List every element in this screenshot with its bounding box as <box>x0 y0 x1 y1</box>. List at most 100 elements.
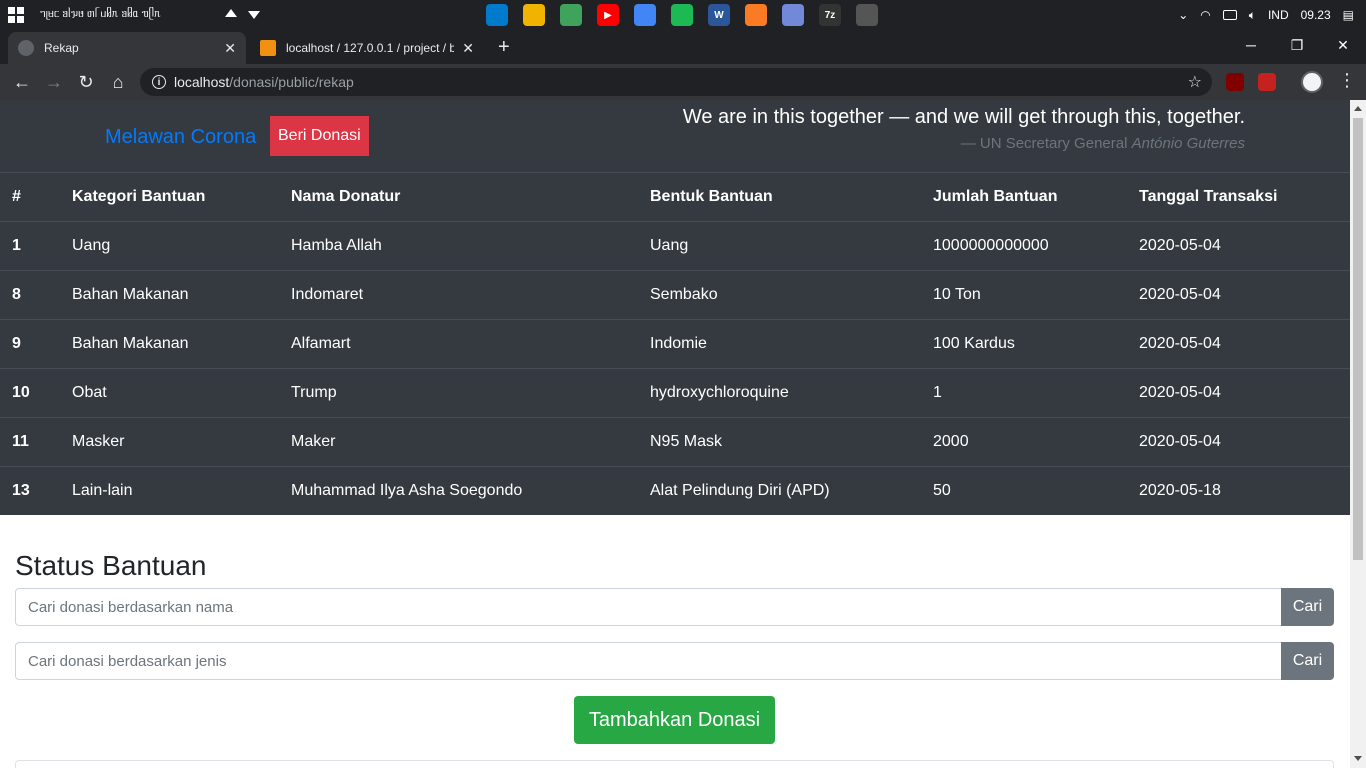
cell-date: 2020-05-04 <box>1127 417 1350 467</box>
cell-date: 2020-05-04 <box>1127 319 1350 369</box>
close-tab-icon[interactable]: ✕ <box>462 40 474 57</box>
chrome-icon[interactable] <box>634 4 656 26</box>
file-explorer-icon[interactable] <box>523 4 545 26</box>
windows-taskbar: ᥐᥨᥛᥴ ᥑᥣᥭᥳ ᥖᥬ ᥙᥤᥰ ᥑᥤᥲ ᥓᥫᥰ ▶ W 7z ⌄ ◠ 🔈︎ IND… <box>0 0 1366 30</box>
taskbar-apps: ▶ W 7z <box>486 4 878 26</box>
table-row: 11 Masker Maker N95 Mask 2000 2020-05-04 <box>0 417 1350 467</box>
close-window-icon[interactable]: ✕ <box>1320 30 1366 60</box>
profile-avatar[interactable] <box>1301 71 1323 93</box>
quote-cite: — UN Secretary General António Guterres <box>683 135 1245 152</box>
notification-icon[interactable]: ▤ <box>1343 8 1354 22</box>
header-section: Melawan Corona Beri Donasi We are in thi… <box>0 100 1350 516</box>
word-icon[interactable]: W <box>708 4 730 26</box>
7zip-icon[interactable]: 7z <box>819 4 841 26</box>
info-icon[interactable]: i <box>152 75 166 89</box>
cell-form: Sembako <box>638 270 921 320</box>
up-arrow-icon[interactable] <box>225 9 237 17</box>
ublock-extension-icon[interactable] <box>1226 73 1244 91</box>
cell-date: 2020-05-18 <box>1127 466 1350 516</box>
scroll-up-icon[interactable] <box>1354 106 1362 111</box>
cell-donor: Alfamart <box>279 319 638 369</box>
col-header-form: Bentuk Bantuan <box>638 172 921 222</box>
youtube-icon[interactable]: ▶ <box>597 4 619 26</box>
menu-dots-icon[interactable]: ⋮ <box>1338 70 1356 91</box>
battery-icon[interactable] <box>1222 10 1237 20</box>
forward-icon[interactable]: → <box>42 70 66 94</box>
wifi-icon[interactable]: ◠ <box>1200 8 1210 22</box>
col-header-date: Tanggal Transaksi <box>1127 172 1350 222</box>
cell-date: 2020-05-04 <box>1127 270 1350 320</box>
tab-rekap[interactable]: Rekap ✕ <box>8 32 246 64</box>
cell-donor: Maker <box>279 417 638 467</box>
table-header-row: # Kategori Bantuan Nama Donatur Bentuk B… <box>0 172 1350 222</box>
cell-donor: Indomaret <box>279 270 638 320</box>
add-donation-button[interactable]: Tambahkan Donasi <box>574 696 775 744</box>
spotify-icon[interactable] <box>671 4 693 26</box>
address-bar[interactable]: i localhost/donasi/public/rekap ☆ <box>140 68 1212 96</box>
url-path: /donasi/public/rekap <box>229 74 354 90</box>
cell-number: 1 <box>0 221 60 271</box>
red-extension-icon[interactable] <box>1258 73 1276 91</box>
cell-form: Indomie <box>638 319 921 369</box>
discord-icon[interactable] <box>782 4 804 26</box>
cell-category: Bahan Makanan <box>60 270 279 320</box>
search-name-button[interactable]: Cari <box>1281 588 1334 626</box>
reload-icon[interactable]: ↻ <box>74 70 98 94</box>
tab-phpmyadmin[interactable]: localhost / 127.0.0.1 / project / b ✕ <box>250 32 484 64</box>
cell-category: Uang <box>60 221 279 271</box>
volume-icon[interactable]: 🔈︎ <box>1249 8 1256 23</box>
chrome-green-icon[interactable] <box>560 4 582 26</box>
bottom-card <box>15 760 1334 768</box>
scroll-down-icon[interactable] <box>1354 756 1362 761</box>
search-by-name-group: Cari <box>15 588 1334 626</box>
cell-amount: 50 <box>921 466 1127 516</box>
language-indicator[interactable]: IND <box>1268 8 1289 22</box>
xampp-icon[interactable] <box>745 4 767 26</box>
cell-category: Lain-lain <box>60 466 279 516</box>
cell-date: 2020-05-04 <box>1127 368 1350 418</box>
cell-form: Alat Pelindung Diri (APD) <box>638 466 921 516</box>
tab-strip: Rekap ✕ localhost / 127.0.0.1 / project … <box>0 30 1366 64</box>
cell-donor: Hamba Allah <box>279 221 638 271</box>
restore-icon[interactable]: ❐ <box>1274 30 1320 60</box>
search-type-input[interactable] <box>15 642 1281 680</box>
new-tab-icon[interactable]: + <box>498 36 510 59</box>
down-arrow-icon[interactable] <box>248 11 260 19</box>
page-scrollbar[interactable] <box>1350 100 1366 768</box>
cell-number: 9 <box>0 319 60 369</box>
windows-start-icon[interactable] <box>8 7 24 23</box>
home-icon[interactable]: ⌂ <box>106 70 130 94</box>
vscode-icon[interactable] <box>486 4 508 26</box>
clock[interactable]: 09.23 <box>1301 8 1331 22</box>
search-type-button[interactable]: Cari <box>1281 642 1334 680</box>
cell-form: N95 Mask <box>638 417 921 467</box>
page-viewport: Melawan Corona Beri Donasi We are in thi… <box>0 100 1350 768</box>
cell-category: Obat <box>60 368 279 418</box>
bookmark-star-icon[interactable]: ☆ <box>1188 72 1202 92</box>
cell-form: Uang <box>638 221 921 271</box>
donate-button[interactable]: Beri Donasi <box>270 116 369 156</box>
col-header-number: # <box>0 172 60 222</box>
col-header-donor: Nama Donatur <box>279 172 638 222</box>
back-icon[interactable]: ← <box>10 70 34 94</box>
tab-title: localhost / 127.0.0.1 / project / b <box>286 41 455 55</box>
table-row: 1 Uang Hamba Allah Uang 1000000000000 20… <box>0 221 1350 271</box>
scroll-thumb[interactable] <box>1353 118 1363 560</box>
donation-table: # Kategori Bantuan Nama Donatur Bentuk B… <box>0 172 1350 516</box>
chevron-up-icon[interactable]: ⌄ <box>1178 8 1188 22</box>
quote-cite-prefix: — UN Secretary General <box>960 135 1132 152</box>
close-tab-icon[interactable]: ✕ <box>224 40 236 57</box>
search-name-input[interactable] <box>15 588 1281 626</box>
cell-date: 2020-05-04 <box>1127 221 1350 271</box>
col-header-category: Kategori Bantuan <box>60 172 279 222</box>
minimize-icon[interactable]: ─ <box>1228 30 1274 60</box>
cell-number: 13 <box>0 466 60 516</box>
brand-link[interactable]: Melawan Corona <box>105 126 256 149</box>
shield-app-icon[interactable] <box>856 4 878 26</box>
cell-category: Bahan Makanan <box>60 319 279 369</box>
cell-number: 10 <box>0 368 60 418</box>
url-host: localhost <box>174 74 230 90</box>
col-header-amount: Jumlah Bantuan <box>921 172 1127 222</box>
cell-amount: 10 Ton <box>921 270 1127 320</box>
tab-title: Rekap <box>44 41 79 55</box>
